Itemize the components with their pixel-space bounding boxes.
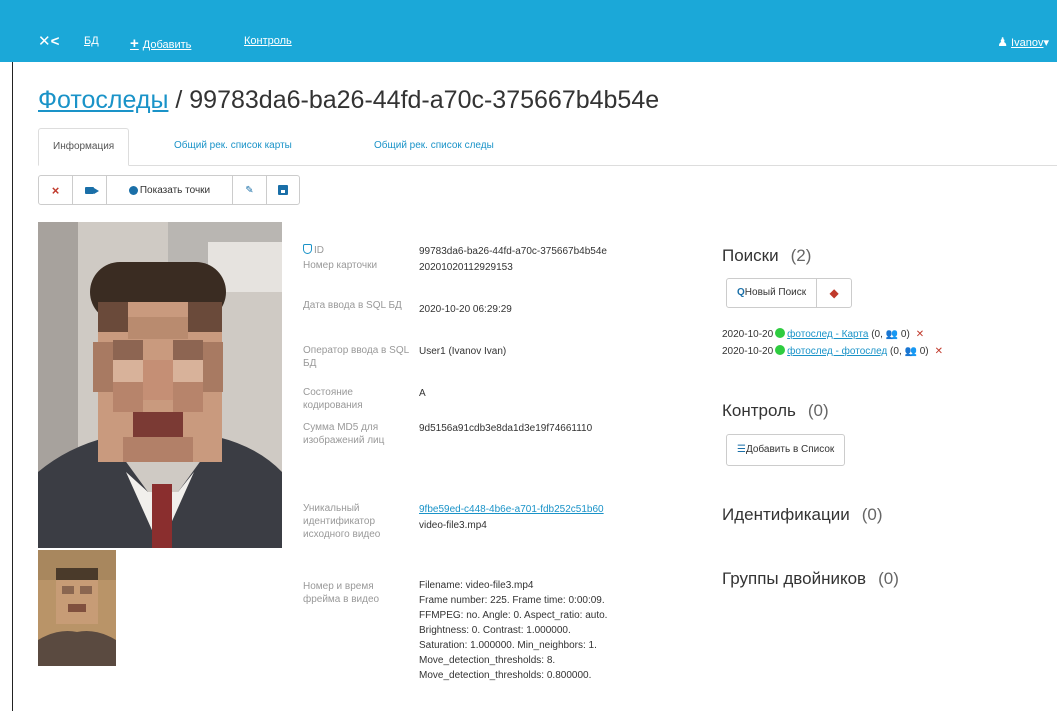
search-icon: Q bbox=[737, 287, 745, 298]
caret-down-icon: ▾ bbox=[1043, 37, 1049, 49]
search-link[interactable]: фотослед - фотослед bbox=[787, 346, 887, 357]
search-date: 2020-10-20 bbox=[722, 329, 774, 340]
user-icon: ♟ bbox=[997, 35, 1009, 49]
top-navbar: ✕< БД + Добавить Контроль ♟ Ivanov▾ bbox=[0, 0, 1057, 62]
id-value: 99783da6-ba26-44fd-a70c-375667b4b54e bbox=[419, 246, 607, 257]
card-number-value: 20201020112929153 bbox=[419, 262, 513, 273]
delete-button[interactable]: × bbox=[39, 176, 73, 204]
remove-search-icon[interactable]: ✕ bbox=[935, 346, 943, 357]
identifications-count: (0) bbox=[861, 505, 883, 524]
frame-line: Brightness: 0. Contrast: 1.000000. bbox=[419, 625, 571, 636]
md5-value: 9d5156a91cdb3e8da1d3e19f74661110 bbox=[419, 423, 593, 434]
tab-bar: Информация Общий рек. список карты Общий… bbox=[38, 128, 1057, 166]
search-stats: (0, 👥 0) bbox=[890, 346, 929, 357]
status-dot-icon bbox=[775, 328, 786, 338]
entry-date-label: Дата ввода в SQL БД bbox=[303, 300, 402, 311]
operator-label: Оператор ввода в SQL БД bbox=[303, 345, 409, 369]
nav-add-link[interactable]: + Добавить bbox=[130, 35, 191, 52]
close-icon: × bbox=[51, 182, 60, 198]
erase-searches-button[interactable]: ◆ bbox=[817, 279, 851, 307]
searches-heading: Поиски (2) bbox=[722, 246, 811, 266]
user-menu[interactable]: ♟ Ivanov▾ bbox=[997, 35, 1049, 49]
video-file-value: video-file3.mp4 bbox=[419, 520, 487, 531]
new-search-button[interactable]: QНовый Поиск bbox=[727, 279, 818, 307]
tab-rec-list-traces[interactable]: Общий рек. список следы bbox=[360, 128, 508, 166]
show-points-label: Показать точки bbox=[139, 184, 211, 196]
search-link[interactable]: фотослед - Карта bbox=[787, 329, 868, 340]
nav-db-link[interactable]: БД bbox=[84, 35, 99, 47]
frame-line: Move_detection_thresholds: 8. bbox=[419, 655, 556, 666]
add-to-list-button[interactable]: ☰Добавить в Список bbox=[726, 434, 846, 466]
twins-heading: Группы двойников (0) bbox=[722, 569, 899, 589]
show-points-button[interactable]: Показать точки bbox=[107, 176, 233, 204]
frame-line: Filename: video-file3.mp4 bbox=[419, 580, 534, 591]
face-thumbnail[interactable] bbox=[38, 550, 116, 666]
breadcrumb-separator: / bbox=[168, 86, 190, 114]
app-logo[interactable]: ✕< bbox=[38, 32, 59, 50]
page-edge-divider bbox=[12, 62, 13, 711]
frame-line: Frame number: 225. Frame time: 0:00:09. bbox=[419, 595, 605, 606]
new-search-label: Новый Поиск bbox=[744, 287, 807, 298]
breadcrumb-photo-traces[interactable]: Фотоследы bbox=[38, 86, 168, 114]
entry-date-value: 2020-10-20 06:29:29 bbox=[419, 304, 512, 315]
control-count: (0) bbox=[807, 401, 829, 420]
page-title: Фотоследы / 99783da6-ba26-44fd-a70c-3756… bbox=[38, 86, 659, 115]
frame-line: FFMPEG: no. Angle: 0. Aspect_ratio: auto… bbox=[419, 610, 608, 621]
frame-line: Saturation: 1.000000. Min_neighbors: 1. bbox=[419, 640, 597, 651]
tab-rec-list-cards[interactable]: Общий рек. список карты bbox=[160, 128, 306, 166]
twins-count: (0) bbox=[878, 569, 899, 588]
edit-button[interactable]: ✎ bbox=[233, 176, 267, 204]
remove-search-icon[interactable]: ✕ bbox=[916, 329, 924, 340]
frame-info: Filename: video-file3.mp4 Frame number: … bbox=[419, 578, 699, 683]
plus-icon: + bbox=[130, 35, 139, 52]
card-number-label: Номер карточки bbox=[303, 260, 378, 271]
search-stats: (0, 👥 0) bbox=[871, 329, 910, 340]
eraser-icon: ◆ bbox=[829, 286, 839, 300]
nav-control-link[interactable]: Контроль bbox=[244, 35, 292, 47]
searches-count: (2) bbox=[790, 246, 812, 265]
twins-title: Группы двойников bbox=[722, 569, 867, 588]
search-item: 2020-10-20 фотослед - фотослед (0, 👥 0) ✕ bbox=[722, 345, 943, 357]
face-photo-image bbox=[38, 222, 282, 548]
md5-label: Сумма MD5 для изображений лиц bbox=[303, 422, 385, 446]
status-dot-icon bbox=[775, 345, 786, 355]
id-label: ID bbox=[303, 244, 413, 257]
record-toolbar: × Показать точки ✎ bbox=[38, 175, 300, 205]
video-uid-link[interactable]: 9fbe59ed-c448-4b6e-a701-fdb252c51b60 bbox=[419, 502, 699, 517]
nav-add-label: Добавить bbox=[142, 39, 192, 51]
save-button[interactable] bbox=[267, 176, 299, 204]
face-photo[interactable] bbox=[38, 222, 282, 548]
pencil-icon: ✎ bbox=[245, 184, 254, 196]
face-thumbnail-image bbox=[38, 550, 116, 666]
frame-line: Move_detection_thresholds: 0.800000. bbox=[419, 670, 592, 681]
search-date: 2020-10-20 bbox=[722, 346, 774, 357]
control-title: Контроль bbox=[722, 401, 796, 420]
control-heading: Контроль (0) bbox=[722, 401, 829, 421]
dot-icon bbox=[128, 185, 138, 195]
coding-state-label: Состояние кодирования bbox=[303, 387, 363, 411]
search-actions: QНовый Поиск ◆ bbox=[726, 278, 853, 308]
record-id-title: 99783da6-ba26-44fd-a70c-375667b4b54e bbox=[189, 86, 660, 114]
search-item: 2020-10-20 фотослед - Карта (0, 👥 0) ✕ bbox=[722, 328, 924, 340]
list-icon: ☰ bbox=[737, 444, 746, 455]
tab-information[interactable]: Информация bbox=[38, 128, 130, 166]
floppy-icon bbox=[278, 185, 288, 195]
identifications-title: Идентификации bbox=[722, 505, 850, 524]
frame-label: Номер и время фрейма в видео bbox=[303, 581, 380, 605]
video-uid-label: Уникальный идентификатор исходного видео bbox=[303, 503, 381, 540]
user-name: Ivanov bbox=[1011, 37, 1044, 49]
coding-state-value: A bbox=[419, 388, 426, 399]
add-to-list-label: Добавить в Список bbox=[745, 444, 835, 455]
operator-value: User1 (Ivanov Ivan) bbox=[419, 346, 507, 357]
identifications-heading: Идентификации (0) bbox=[722, 505, 883, 525]
shield-icon bbox=[303, 244, 312, 254]
searches-title: Поиски bbox=[722, 246, 779, 265]
video-camera-icon bbox=[85, 186, 99, 194]
video-button[interactable] bbox=[73, 176, 107, 204]
